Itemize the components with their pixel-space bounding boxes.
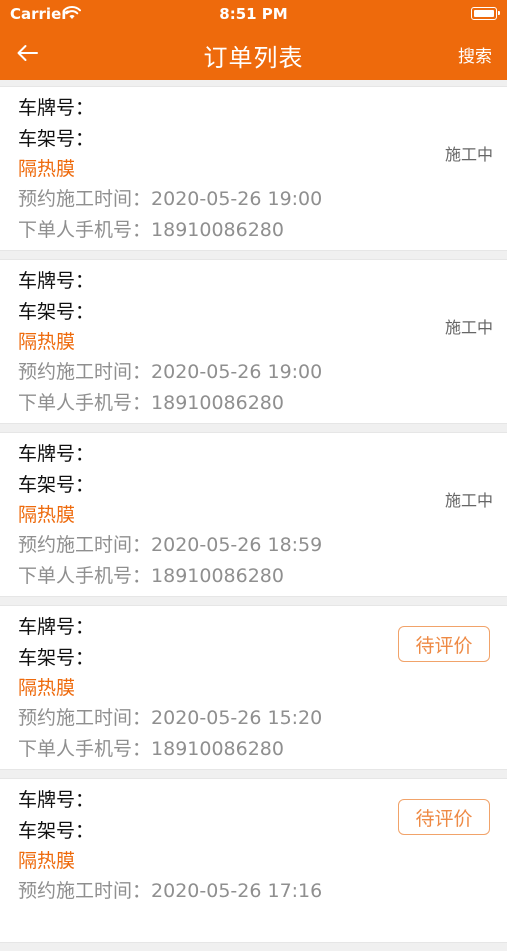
phone-row: 下单人手机号：18910086280: [18, 217, 284, 243]
order-card[interactable]: 车牌号： 车架号： 隔热膜 预约施工时间：2020-05-26 19:00 下单…: [0, 86, 507, 251]
status-label: 施工中: [444, 145, 493, 164]
appointment-time: 2020-05-26 15:20: [151, 707, 323, 729]
plate-label: 车牌号：: [18, 97, 95, 119]
frame-label: 车架号：: [18, 820, 95, 842]
search-button[interactable]: 搜索: [458, 42, 492, 67]
product-name: 隔热膜: [18, 158, 76, 180]
phone-label: 下单人手机号：: [18, 565, 152, 587]
appointment-row: 预约施工时间：2020-05-26 18:59: [18, 532, 322, 558]
frame-number-row: 车架号：: [18, 818, 94, 844]
status-label: 施工中: [444, 318, 493, 337]
appointment-row: 预约施工时间：2020-05-26 19:00: [18, 359, 322, 385]
phone-number: 18910086280: [151, 219, 284, 241]
appointment-time: 2020-05-26 17:16: [151, 880, 323, 902]
battery-icon: [471, 7, 500, 20]
product-name: 隔热膜: [18, 677, 76, 699]
frame-number-row: 车架号：: [18, 645, 94, 671]
nav-bar: 订单列表 搜索: [0, 28, 507, 78]
appointment-time: 2020-05-26 18:59: [151, 534, 323, 556]
review-button[interactable]: 待评价: [398, 799, 490, 835]
phone-label: 下单人手机号：: [18, 738, 152, 760]
frame-number-row: 车架号：: [18, 126, 94, 152]
phone-label: 下单人手机号：: [18, 392, 152, 414]
frame-label: 车架号：: [18, 301, 95, 323]
appointment-time: 2020-05-26 19:00: [151, 361, 323, 383]
plate-number-row: 车牌号：: [18, 95, 94, 121]
app-header: Carrier 8:51 PM 订单列表 搜索: [0, 0, 507, 80]
plate-label: 车牌号：: [18, 443, 95, 465]
plate-number-row: 车牌号：: [18, 787, 94, 813]
product-name: 隔热膜: [18, 331, 76, 353]
review-button[interactable]: 待评价: [398, 626, 490, 662]
plate-number-row: 车牌号：: [18, 614, 94, 640]
plate-number-row: 车牌号：: [18, 441, 94, 467]
product-name: 隔热膜: [18, 504, 76, 526]
phone-row: 下单人手机号：18910086280: [18, 390, 284, 416]
plate-label: 车牌号：: [18, 270, 95, 292]
phone-row: 下单人手机号：18910086280: [18, 736, 284, 762]
appointment-label: 预约施工时间：: [18, 534, 152, 556]
order-list: 车牌号： 车架号： 隔热膜 预约施工时间：2020-05-26 19:00 下单…: [0, 86, 507, 951]
order-card[interactable]: 车牌号： 车架号： 隔热膜 预约施工时间：2020-05-26 15:20 下单…: [0, 605, 507, 770]
page-title: 订单列表: [203, 44, 304, 72]
appointment-row: 预约施工时间：2020-05-26 17:16: [18, 878, 322, 904]
order-card[interactable]: 车牌号： 车架号： 隔热膜 预约施工时间：2020-05-26 19:00 下单…: [0, 259, 507, 424]
appointment-label: 预约施工时间：: [18, 188, 152, 210]
frame-label: 车架号：: [18, 474, 95, 496]
appointment-row: 预约施工时间：2020-05-26 19:00: [18, 186, 322, 212]
phone-label: 下单人手机号：: [18, 219, 152, 241]
plate-label: 车牌号：: [18, 789, 95, 811]
frame-number-row: 车架号：: [18, 472, 94, 498]
status-bar: Carrier 8:51 PM: [0, 0, 507, 28]
phone-number: 18910086280: [151, 392, 284, 414]
order-card[interactable]: 车牌号： 车架号： 隔热膜 预约施工时间：2020-05-26 17:16 待评…: [0, 778, 507, 943]
phone-number: 18910086280: [151, 565, 284, 587]
appointment-label: 预约施工时间：: [18, 880, 152, 902]
appointment-label: 预约施工时间：: [18, 707, 152, 729]
order-card[interactable]: 车牌号： 车架号： 隔热膜 预约施工时间：2020-05-26 18:59 下单…: [0, 432, 507, 597]
product-name: 隔热膜: [18, 850, 76, 872]
plate-label: 车牌号：: [18, 616, 95, 638]
frame-label: 车架号：: [18, 128, 95, 150]
frame-label: 车架号：: [18, 647, 95, 669]
status-label: 施工中: [444, 491, 493, 510]
phone-number: 18910086280: [151, 738, 284, 760]
appointment-label: 预约施工时间：: [18, 361, 152, 383]
phone-row: 下单人手机号：18910086280: [18, 563, 284, 589]
status-time: 8:51 PM: [219, 5, 288, 23]
appointment-time: 2020-05-26 19:00: [151, 188, 323, 210]
frame-number-row: 车架号：: [18, 299, 94, 325]
plate-number-row: 车牌号：: [18, 268, 94, 294]
appointment-row: 预约施工时间：2020-05-26 15:20: [18, 705, 322, 731]
